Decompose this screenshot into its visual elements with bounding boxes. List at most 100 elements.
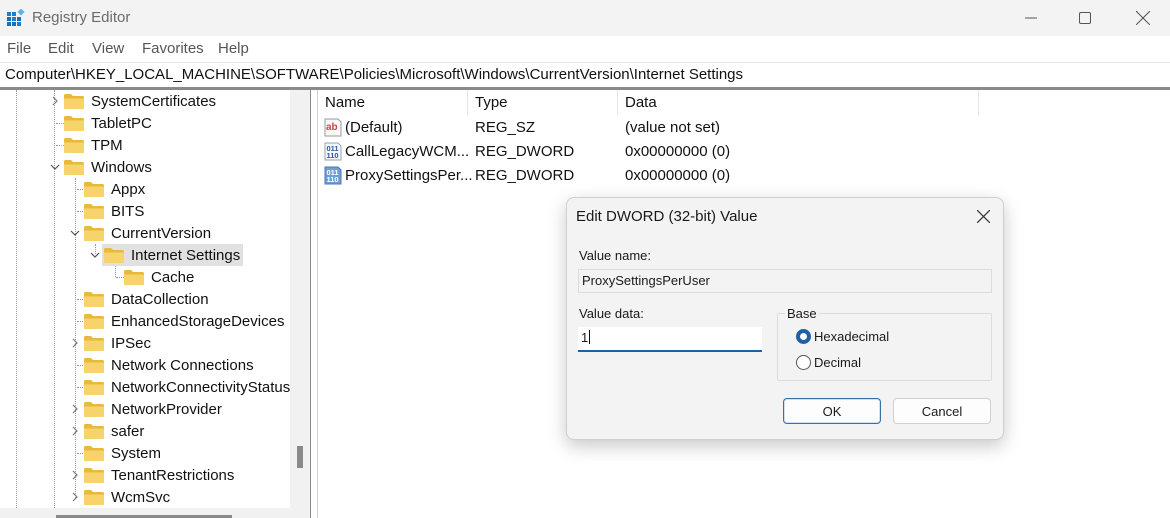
tree-node-label: WcmSvc xyxy=(111,488,171,506)
chevron-right-icon[interactable] xyxy=(68,398,82,420)
menu-help[interactable]: Help xyxy=(218,40,249,57)
folder-icon xyxy=(84,380,104,395)
title-bar: Registry Editor xyxy=(0,0,1170,36)
tree-node[interactable]: TabletPC xyxy=(48,112,155,134)
dialog-title: Edit DWORD (32-bit) Value xyxy=(576,208,758,225)
value-row[interactable]: 011 110 CallLegacyWCM... REG_DWORD 0x000… xyxy=(318,140,1170,164)
svg-text:ab: ab xyxy=(326,122,338,133)
chevron-right-icon[interactable] xyxy=(48,90,62,112)
menu-favorites[interactable]: Favorites xyxy=(142,40,204,57)
chevron-right-icon[interactable] xyxy=(68,464,82,486)
tree-node[interactable]: NetworkConnectivityStatusI xyxy=(68,376,297,398)
tree-node-label: safer xyxy=(111,422,145,440)
chevron-down-icon[interactable] xyxy=(68,222,82,244)
selected-key-highlight: Internet Settings xyxy=(102,244,244,266)
column-header-name[interactable]: Name xyxy=(318,90,468,115)
value-row[interactable]: ab (Default) REG_SZ (value not set) xyxy=(318,116,1170,140)
tree-node[interactable]: CurrentVersion xyxy=(68,222,214,244)
close-button[interactable] xyxy=(1116,0,1170,36)
string-value-icon: ab xyxy=(324,118,342,137)
tree-node[interactable]: System xyxy=(68,442,164,464)
ok-button[interactable]: OK xyxy=(783,398,881,424)
menu-edit[interactable]: Edit xyxy=(48,40,74,57)
value-row[interactable]: 011 110 ProxySettingsPer... REG_DWORD 0x… xyxy=(318,164,1170,188)
tree-node[interactable]: safer xyxy=(68,420,147,442)
tree-node-label: DataCollection xyxy=(111,290,209,308)
value-name: (Default) xyxy=(345,119,403,136)
chevron-down-icon[interactable] xyxy=(48,156,62,178)
tree-node-label: NetworkProvider xyxy=(111,400,222,418)
tree-node[interactable]: NetworkProvider xyxy=(68,398,225,420)
tree-vertical-scroll-thumb[interactable] xyxy=(297,446,303,468)
minimize-button[interactable] xyxy=(1004,0,1058,36)
menu-view[interactable]: View xyxy=(92,40,124,57)
menu-file[interactable]: File xyxy=(7,40,31,57)
value-data-input[interactable]: 1 xyxy=(578,327,762,352)
chevron-right-icon[interactable] xyxy=(68,486,82,508)
hexadecimal-label: Hexadecimal xyxy=(814,329,890,344)
folder-icon xyxy=(104,248,124,263)
decimal-radio[interactable]: Decimal xyxy=(796,355,861,370)
base-group xyxy=(777,313,992,381)
svg-text:110: 110 xyxy=(327,151,339,160)
tree-node-label: SystemCertificates xyxy=(91,92,217,110)
binary-value-icon: 011 110 xyxy=(324,142,342,161)
tree-node[interactable]: TenantRestrictions xyxy=(68,464,237,486)
maximize-button[interactable] xyxy=(1058,0,1112,36)
tree-node[interactable]: EnhancedStorageDevices xyxy=(68,310,287,332)
key-tree-pane[interactable]: SystemCertificates TabletPC TPM Windows Appx… xyxy=(0,90,310,518)
tree-node[interactable]: WcmSvc xyxy=(68,486,173,508)
tree-node-label: CurrentVersion xyxy=(111,224,212,242)
folder-icon xyxy=(84,204,104,219)
folder-icon xyxy=(84,402,104,417)
value-data: 0x00000000 (0) xyxy=(625,143,731,160)
binary-value-icon: 011 110 xyxy=(324,166,342,185)
tree-node-label: System xyxy=(111,444,162,462)
folder-icon xyxy=(84,182,104,197)
chevron-right-icon[interactable] xyxy=(68,420,82,442)
tree-node[interactable]: Cache xyxy=(108,266,197,288)
tree-node[interactable]: IPSec xyxy=(68,332,154,354)
tree-node-label: TabletPC xyxy=(91,114,152,132)
tree-horizontal-scrollbar[interactable] xyxy=(0,508,290,518)
base-label: Base xyxy=(785,306,819,321)
address-path[interactable]: Computer\HKEY_LOCAL_MACHINE\SOFTWARE\Pol… xyxy=(5,66,743,83)
tree-node[interactable]: Network Connections xyxy=(68,354,257,376)
value-data-label: Value data: xyxy=(579,306,644,321)
folder-icon xyxy=(64,94,84,109)
address-bar[interactable]: Computer\HKEY_LOCAL_MACHINE\SOFTWARE\Pol… xyxy=(0,62,1170,87)
dialog-close-button[interactable] xyxy=(969,204,997,228)
tree-node-label: BITS xyxy=(111,202,145,220)
tree-node[interactable]: SystemCertificates xyxy=(48,90,219,112)
svg-text:110: 110 xyxy=(327,175,339,184)
pane-splitter[interactable] xyxy=(310,90,318,518)
tree-node[interactable]: DataCollection xyxy=(68,288,212,310)
tree-node[interactable]: BITS xyxy=(68,200,147,222)
tree-node[interactable]: Appx xyxy=(68,178,148,200)
hexadecimal-radio[interactable]: Hexadecimal xyxy=(796,329,889,344)
folder-icon xyxy=(84,490,104,505)
chevron-down-icon[interactable] xyxy=(88,244,102,266)
minimize-icon xyxy=(1025,17,1037,19)
tree-node-label: Cache xyxy=(151,268,195,286)
value-type: REG_DWORD xyxy=(475,167,575,184)
tree-node[interactable]: TPM xyxy=(48,134,126,156)
folder-icon xyxy=(124,270,144,285)
cancel-button[interactable]: Cancel xyxy=(893,398,991,424)
column-header-data[interactable]: Data xyxy=(618,90,979,115)
value-name-label: Value name: xyxy=(579,248,652,263)
tree-vertical-scrollbar[interactable] xyxy=(290,90,310,518)
tree-node[interactable]: Windows xyxy=(48,156,155,178)
tree-node[interactable]: Internet Settings xyxy=(88,244,244,266)
tree-node-label: TenantRestrictions xyxy=(111,466,235,484)
tree-node-label: Network Connections xyxy=(111,356,254,374)
radio-selected-icon xyxy=(796,329,811,344)
value-name: ProxySettingsPer... xyxy=(345,167,473,184)
text-caret xyxy=(589,330,591,344)
folder-icon xyxy=(64,116,84,131)
column-header-type[interactable]: Type xyxy=(468,90,618,115)
chevron-right-icon[interactable] xyxy=(68,332,82,354)
